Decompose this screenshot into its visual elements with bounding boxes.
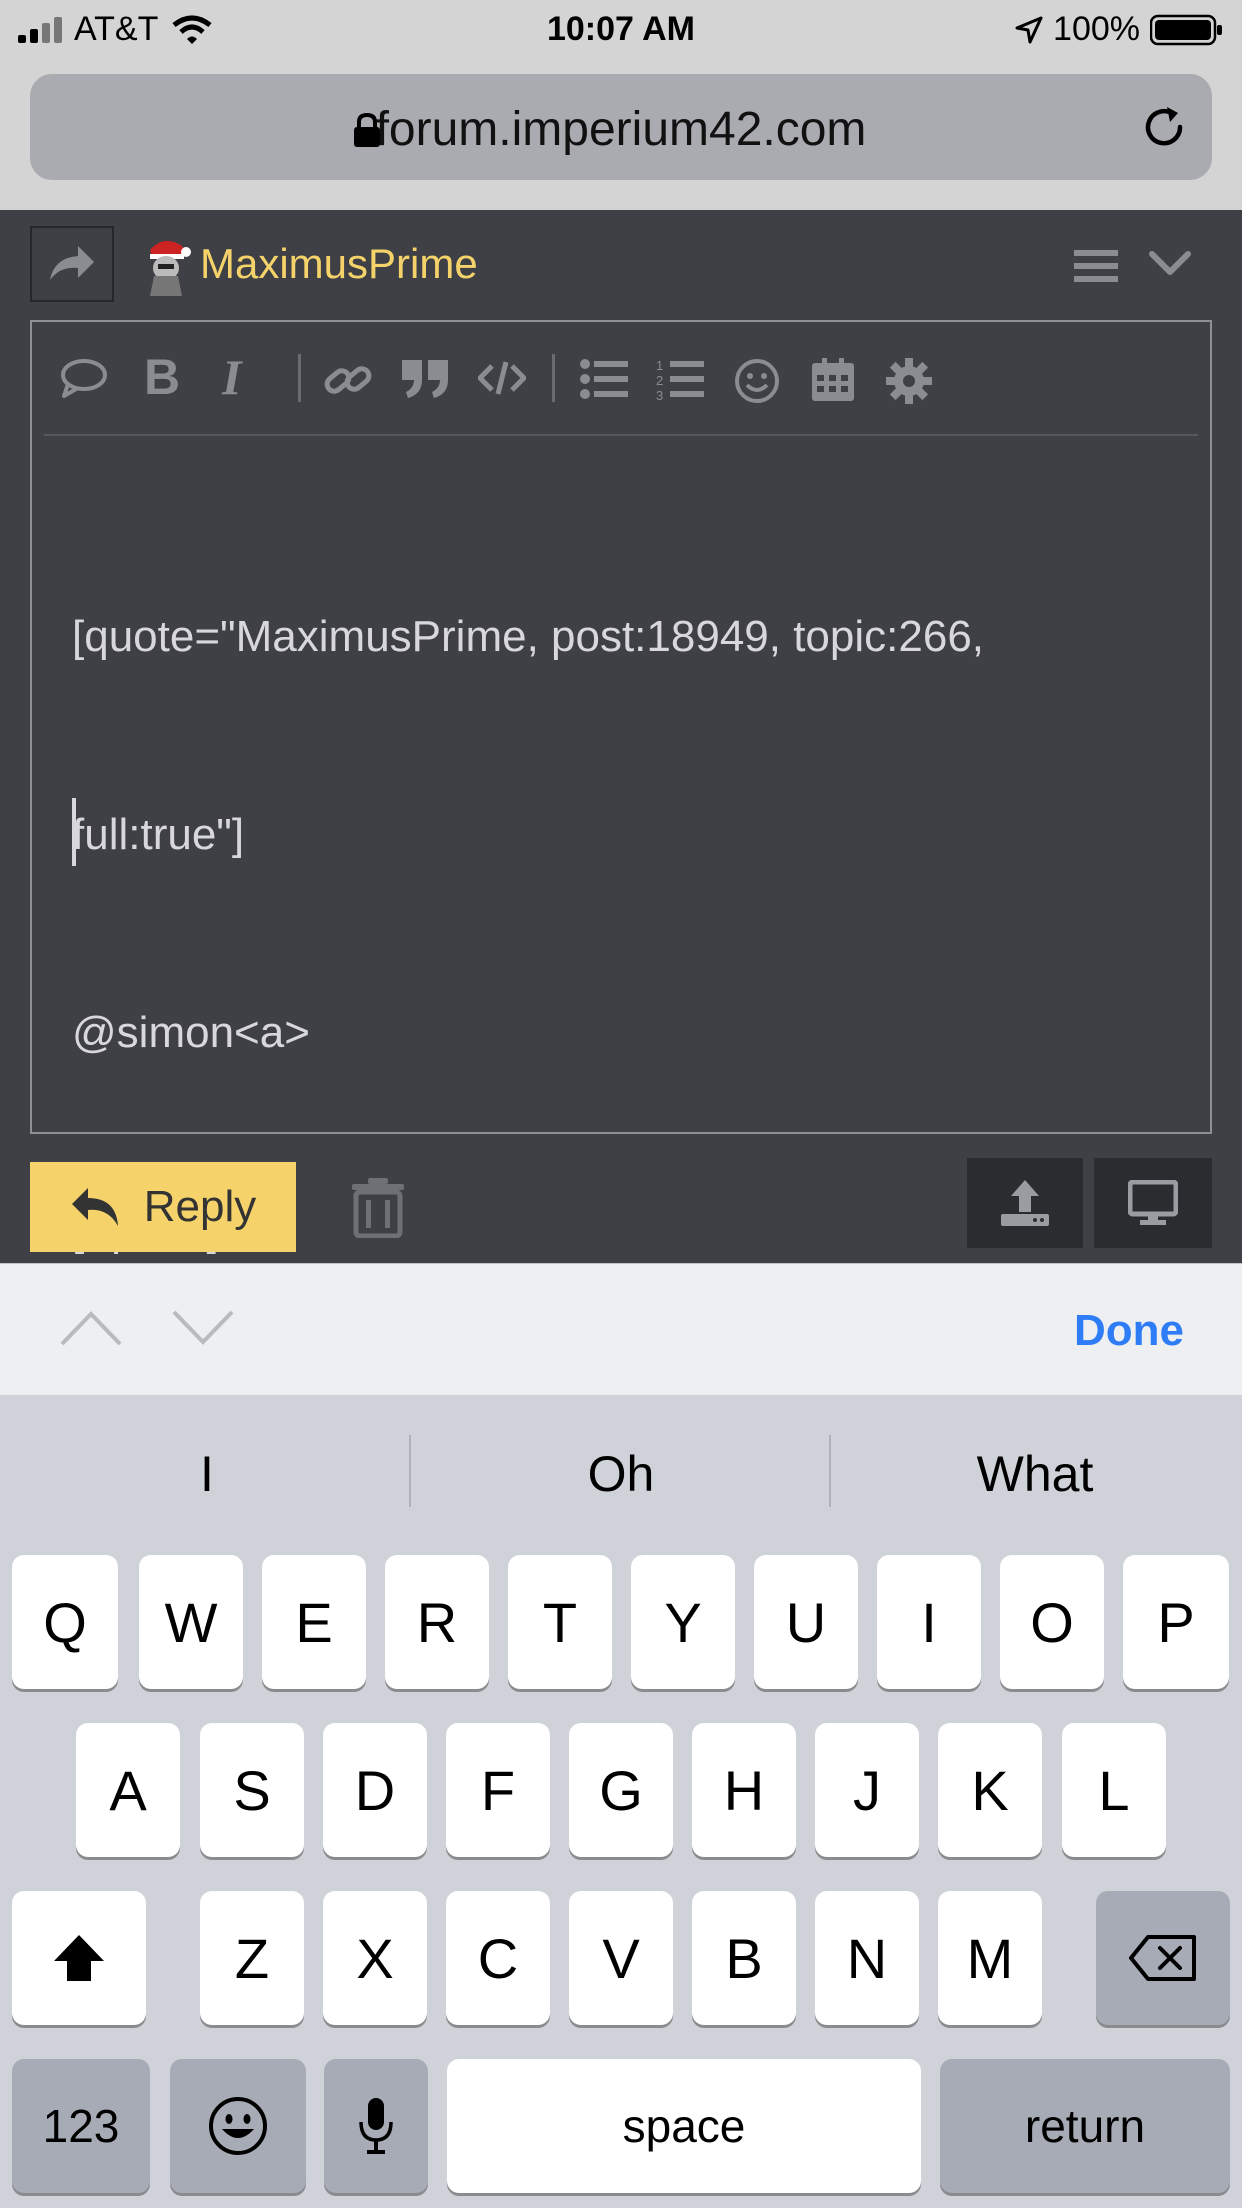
backspace-key[interactable] <box>1096 1891 1230 2025</box>
menu-icon[interactable] <box>1074 246 1118 286</box>
svg-text:B: B <box>144 350 180 402</box>
key[interactable]: L <box>1062 1723 1166 1857</box>
svg-text:3: 3 <box>656 388 663 400</box>
editor-box[interactable]: B I 123 [quote="MaximusPrime, post:18949… <box>30 320 1212 1255</box>
reply-arrow-icon <box>70 1186 120 1228</box>
toolbar-divider <box>298 354 301 402</box>
key[interactable]: A <box>76 1723 180 1857</box>
calendar-icon[interactable] <box>812 358 854 402</box>
toolbar-divider <box>552 354 555 402</box>
bold-icon[interactable]: B <box>142 350 182 402</box>
svg-text:2: 2 <box>656 373 663 388</box>
upload-button[interactable] <box>967 1158 1083 1248</box>
address-bar[interactable]: forum.imperium42.com <box>30 74 1212 180</box>
backspace-icon <box>1128 1934 1198 1982</box>
location-arrow-icon <box>1015 16 1043 44</box>
key[interactable]: G <box>569 1723 673 1857</box>
key[interactable]: I <box>877 1555 981 1689</box>
key[interactable]: O <box>1000 1555 1104 1689</box>
emoji-icon <box>207 2095 269 2157</box>
code-icon[interactable] <box>478 358 526 398</box>
composer-username[interactable]: MaximusPrime <box>200 240 478 288</box>
battery-icon <box>1150 13 1224 47</box>
reload-icon[interactable] <box>1140 102 1190 152</box>
numbered-list-icon[interactable]: 123 <box>656 358 704 400</box>
reply-to-button[interactable] <box>30 226 114 302</box>
return-key[interactable]: return <box>940 2059 1230 2193</box>
chevron-down-icon[interactable] <box>170 1308 236 1348</box>
suggestion[interactable]: Oh <box>414 1445 828 1503</box>
shift-icon <box>52 1933 106 1983</box>
key[interactable]: H <box>692 1723 796 1857</box>
reply-composer: MaximusPrime B I 1 2 3 [quote="MaximusPr… <box>0 210 1242 1263</box>
key[interactable]: R <box>385 1555 489 1689</box>
status-bar: AT&T 10:07 AM 100% <box>0 0 1242 62</box>
key[interactable]: S <box>200 1723 304 1857</box>
editor-textarea[interactable]: [quote="MaximusPrime, post:18949, topic:… <box>72 472 1172 1396</box>
key[interactable]: F <box>446 1723 550 1857</box>
svg-text:I: I <box>221 350 243 402</box>
space-key[interactable]: space <box>447 2059 921 2193</box>
battery-percent: 100% <box>1053 10 1140 48</box>
key[interactable]: C <box>446 1891 550 2025</box>
key[interactable]: U <box>754 1555 858 1689</box>
italic-icon[interactable]: I <box>220 350 250 402</box>
key[interactable]: D <box>323 1723 427 1857</box>
key[interactable]: T <box>508 1555 612 1689</box>
key[interactable]: J <box>815 1723 919 1857</box>
status-right: 100% <box>1015 10 1224 49</box>
link-icon[interactable] <box>324 358 372 402</box>
suggestion[interactable]: What <box>828 1445 1242 1503</box>
keyboard-accessory-bar: Done <box>0 1263 1242 1396</box>
editor-line: full:true"] <box>72 810 245 859</box>
suggestion[interactable]: I <box>0 1445 414 1503</box>
suggestion-divider <box>409 1435 411 1507</box>
gear-icon[interactable] <box>886 358 932 404</box>
editor-line: @simon<a> <box>72 1008 310 1057</box>
reply-label: Reply <box>143 1182 257 1231</box>
key[interactable]: E <box>262 1555 366 1689</box>
key[interactable]: V <box>569 1891 673 2025</box>
desktop-icon <box>1128 1180 1178 1226</box>
shift-key[interactable] <box>12 1891 146 2025</box>
keyboard: I Oh What Q W E R T Y U I O P A S D F G … <box>0 1395 1242 2208</box>
key[interactable]: B <box>692 1891 796 2025</box>
key[interactable]: M <box>938 1891 1042 2025</box>
editor-toolbar: B I 123 <box>44 322 1198 436</box>
microphone-icon <box>358 2096 394 2156</box>
key[interactable]: N <box>815 1891 919 2025</box>
done-button[interactable]: Done <box>1074 1306 1184 1356</box>
dictation-key[interactable] <box>324 2059 428 2193</box>
speech-bubble-icon[interactable] <box>60 358 108 398</box>
reply-button[interactable]: Reply <box>30 1162 296 1252</box>
browser-url-area: forum.imperium42.com <box>0 62 1242 210</box>
key[interactable]: Q <box>12 1555 118 1689</box>
key[interactable]: K <box>938 1723 1042 1857</box>
avatar <box>142 236 192 296</box>
emoji-key[interactable] <box>170 2059 306 2193</box>
key[interactable]: X <box>323 1891 427 2025</box>
chevron-up-icon[interactable] <box>58 1308 124 1348</box>
svg-text:1: 1 <box>656 358 663 373</box>
preview-toggle-button[interactable] <box>1094 1158 1212 1248</box>
key[interactable]: Z <box>200 1891 304 2025</box>
key[interactable]: Y <box>631 1555 735 1689</box>
editor-line: [quote="MaximusPrime, post:18949, topic:… <box>72 612 985 661</box>
numbers-key[interactable]: 123 <box>12 2059 150 2193</box>
trash-icon[interactable] <box>350 1176 406 1238</box>
url-text: forum.imperium42.com <box>375 103 867 156</box>
quote-icon[interactable] <box>400 358 450 400</box>
upload-icon <box>999 1178 1051 1228</box>
bullet-list-icon[interactable] <box>580 358 628 400</box>
predictive-bar: I Oh What <box>0 1395 1242 1555</box>
key[interactable]: P <box>1123 1555 1229 1689</box>
key[interactable]: W <box>139 1555 243 1689</box>
emoji-icon[interactable] <box>734 358 780 404</box>
chevron-down-icon[interactable] <box>1148 246 1192 282</box>
share-arrow-icon <box>48 244 96 284</box>
text-caret <box>72 798 76 866</box>
